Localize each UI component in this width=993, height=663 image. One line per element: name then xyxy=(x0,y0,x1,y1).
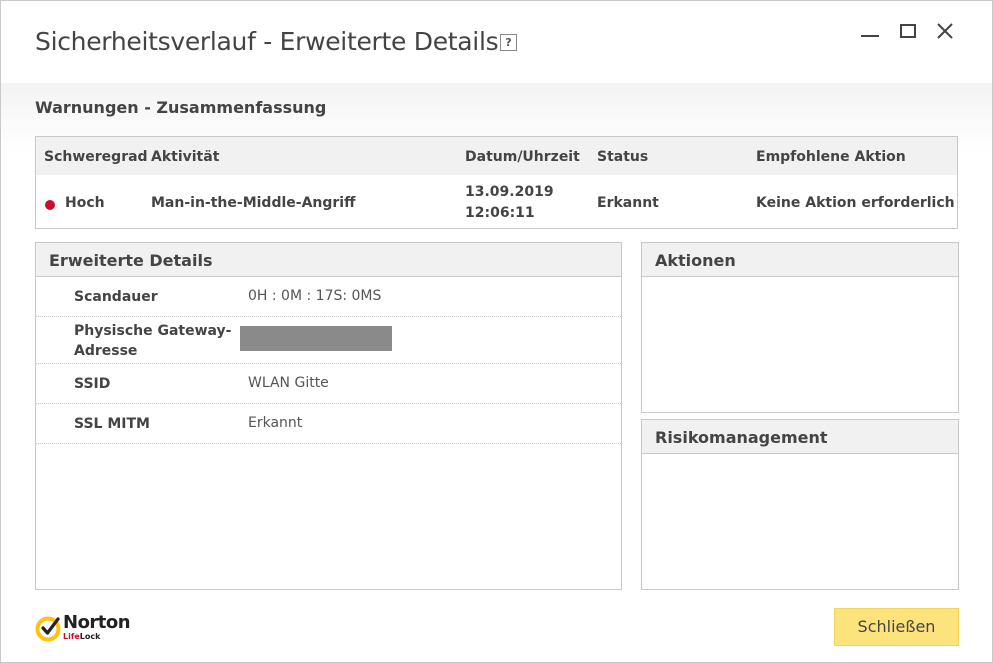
recommended-action-value: Keine Aktion erforderlich xyxy=(756,195,955,211)
logo-sub-prefix: Life xyxy=(63,632,80,641)
detail-value: WLAN Gitte xyxy=(248,375,329,391)
maximize-button[interactable] xyxy=(896,19,920,43)
logo-brand: Norton xyxy=(63,612,131,633)
minimize-icon xyxy=(861,35,879,37)
severity-value: Hoch xyxy=(65,195,105,211)
close-window-button[interactable] xyxy=(933,19,957,43)
detail-label: Physische Gateway- Adresse xyxy=(74,321,231,361)
actions-panel-title: Aktionen xyxy=(642,243,958,277)
detail-row-scan-duration: Scandauer 0H : 0M : 17S: 0MS xyxy=(36,277,621,317)
maximize-icon xyxy=(900,24,916,38)
detail-value: 0H : 0M : 17S: 0MS xyxy=(248,288,382,304)
detail-value: Erkannt xyxy=(248,415,303,431)
detail-label: SSL MITM xyxy=(74,416,150,432)
summary-heading: Warnungen - Zusammenfassung xyxy=(35,98,327,117)
help-icon[interactable]: ? xyxy=(500,34,517,51)
actions-panel: Aktionen xyxy=(641,242,959,413)
dialog-window: Sicherheitsverlauf - Erweiterte Details … xyxy=(0,0,993,663)
logo-sub: LifeLock xyxy=(63,632,100,641)
detail-label-line: Physische Gateway- xyxy=(74,323,232,339)
norton-check-icon xyxy=(35,616,61,642)
summary-table: Schweregrad Aktivität Datum/Uhrzeit Stat… xyxy=(35,136,958,229)
detail-label: SSID xyxy=(74,376,111,392)
dialog-content: Warnungen - Zusammenfassung Schweregrad … xyxy=(1,83,992,662)
risk-management-panel: Risikomanagement xyxy=(641,419,959,590)
logo-sub-suffix: Lock xyxy=(79,632,101,641)
date-value: 13.09.2019 xyxy=(465,184,554,200)
time-value: 12:06:11 xyxy=(465,205,535,221)
details-panel: Erweiterte Details Scandauer 0H : 0M : 1… xyxy=(35,242,622,590)
detail-label-line: Adresse xyxy=(74,343,138,359)
col-recommended-action: Empfohlene Aktion xyxy=(756,149,906,165)
col-activity: Aktivität xyxy=(151,149,220,165)
summary-table-header: Schweregrad Aktivität Datum/Uhrzeit Stat… xyxy=(36,137,957,175)
minimize-button[interactable] xyxy=(858,19,882,43)
details-panel-title: Erweiterte Details xyxy=(36,243,621,277)
detail-row-gateway: Physische Gateway- Adresse xyxy=(36,317,621,364)
close-button[interactable]: Schließen xyxy=(834,608,959,646)
window-title: Sicherheitsverlauf - Erweiterte Details xyxy=(35,27,499,56)
col-datetime: Datum/Uhrzeit xyxy=(465,149,580,165)
col-severity: Schweregrad xyxy=(44,149,148,165)
close-icon xyxy=(937,23,953,39)
title-bar: Sicherheitsverlauf - Erweiterte Details … xyxy=(1,1,992,83)
detail-row-ssid: SSID WLAN Gitte xyxy=(36,364,621,404)
detail-row-ssl-mitm: SSL MITM Erkannt xyxy=(36,404,621,444)
col-status: Status xyxy=(597,149,649,165)
status-value: Erkannt xyxy=(597,195,659,211)
severity-dot-icon xyxy=(45,200,55,210)
risk-management-panel-title: Risikomanagement xyxy=(642,420,958,454)
redacted-value xyxy=(240,326,392,351)
norton-logo: Norton LifeLock xyxy=(35,612,135,644)
activity-value: Man-in-the-Middle-Angriff xyxy=(151,195,356,211)
detail-label: Scandauer xyxy=(74,289,158,305)
